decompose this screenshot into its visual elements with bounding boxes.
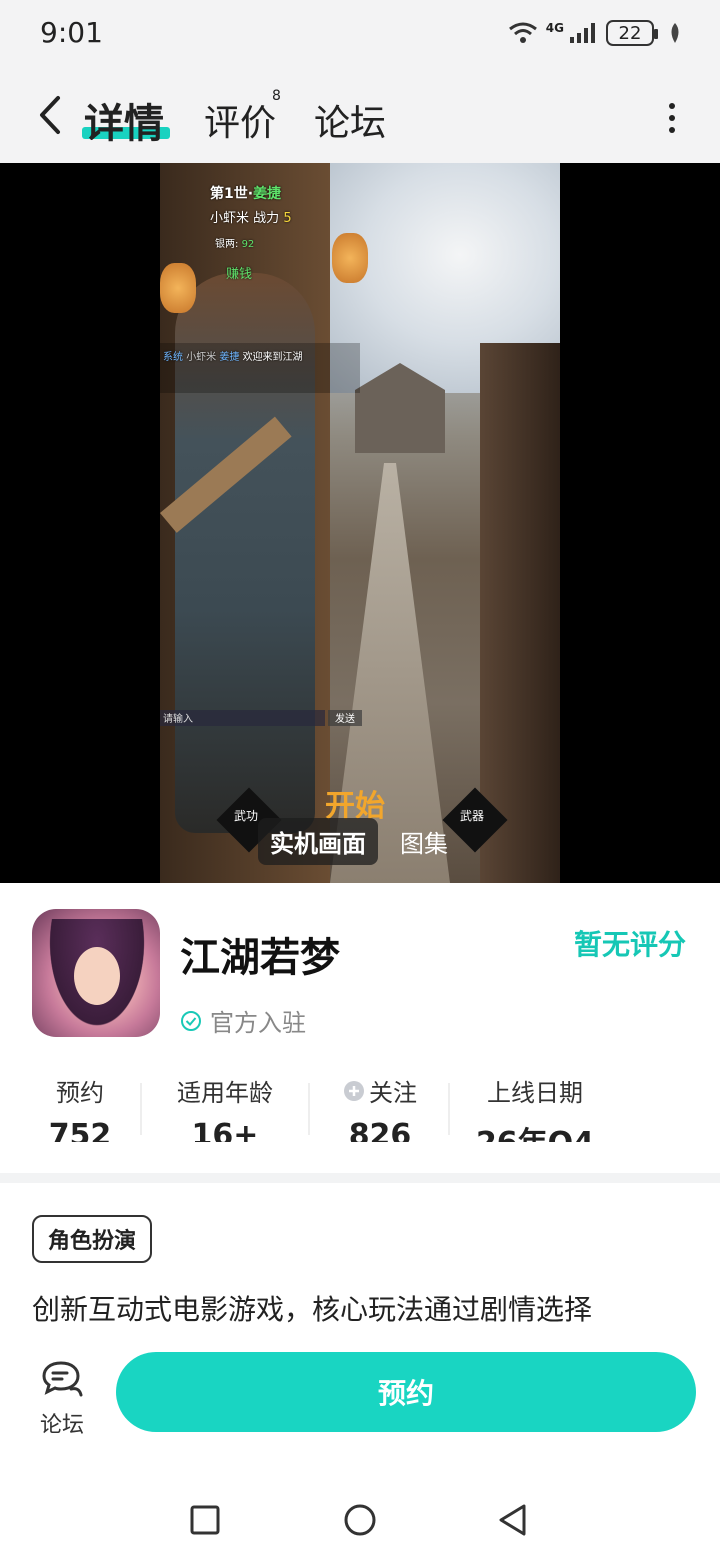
stat-label: 预约 [56,1079,104,1107]
overlay-life-name: 姜捷 [253,186,282,202]
overlay-silver-label: 银两: [215,239,239,250]
description-text: 创新互动式电影游戏，核心玩法通过剧情选择 [32,1293,593,1326]
back-icon[interactable] [30,92,70,138]
status-bar: 9:01 4G 22 [0,0,720,70]
overlay-power-label: 战力 [253,211,280,226]
battery-level: 22 [618,22,642,44]
chat-sender-name: 姜捷 [219,352,240,363]
section-divider [0,1173,720,1183]
chat-sender-system: 系统 [163,352,183,363]
overlay-silver-value: 92 [241,239,255,250]
media-viewer[interactable]: 第1世·姜捷 小虾米 战力 5 银两: 92 赚钱 系统 小虾米 姜捷 欢迎来到… [0,163,720,883]
app-title: 江湖若梦 [180,935,340,981]
overlay-input-bar: 请输入 [160,710,325,726]
network-label: 4G [545,21,564,35]
forum-button[interactable]: 论坛 [30,1359,94,1439]
stat-divider [448,1083,450,1135]
top-nav: 详情 评价 8 论坛 [0,70,720,163]
description-section: 角色扮演 创新互动式电影游戏，核心玩法通过剧情选择 [0,1183,720,1343]
overlay-life: 第1世·姜捷 [210,183,281,203]
official-badge: 官方入驻 [180,1003,306,1038]
bottom-action-bar: 论坛 预约 [0,1343,720,1453]
overlay-player-name: 小虾米 [210,211,250,226]
battery-icon: 22 [606,20,658,46]
chat-sender-player: 小虾米 [186,352,217,363]
system-navigation-bar [0,1475,720,1560]
lantern-icon [332,233,368,283]
stat-label-row: 关注 [330,1073,430,1108]
status-icons: 4G 22 [508,20,682,46]
tab-reviews[interactable]: 评价 [204,94,276,146]
stat-value: 752 [48,1118,112,1142]
chat-message: 欢迎来到江湖 [242,352,303,363]
overlay-earn-button: 赚钱 [226,267,253,282]
stat-reservations: 预约 752 [40,1073,120,1142]
stat-value: 26年Q4 [470,1118,600,1142]
overlay-chat-line: 系统 小虾米 姜捷 欢迎来到江湖 [163,348,303,363]
media-tab-gallery[interactable]: 图集 [388,818,460,865]
add-follow-icon [344,1080,364,1101]
genre-tag[interactable]: 角色扮演 [32,1215,153,1263]
overlay-power-value: 5 [283,211,292,226]
stat-age-rating: 适用年龄 16+ [160,1073,290,1142]
forum-chat-icon [42,1361,83,1397]
screenshot-buildings-right [480,343,560,883]
tab-forum[interactable]: 论坛 [314,94,386,146]
stat-divider [140,1083,142,1135]
stat-value: 16+ [191,1118,259,1142]
overlay-player: 小虾米 战力 5 [210,207,292,226]
overlay-send-button: 发送 [328,710,362,726]
app-icon [32,909,160,1037]
overlay-weapon-label: 武器 [460,809,485,823]
verified-icon [181,1010,201,1031]
home-icon[interactable] [343,1503,377,1537]
stat-label: 关注 [369,1079,417,1107]
stat-label: 上线日期 [487,1079,583,1107]
overlay-life-label: 第1世· [210,186,254,202]
stat-release-date: 上线日期 26年Q4 [470,1073,600,1142]
status-time: 9:01 [40,16,103,49]
recent-apps-icon[interactable] [188,1503,222,1537]
stat-label: 适用年龄 [177,1079,273,1107]
app-info-section: 江湖若梦 暂无评分 官方入驻 预约 752 适用年龄 16+ 关注 826 上线… [0,883,720,1173]
official-label: 官方入驻 [210,1009,306,1037]
more-options-icon[interactable] [660,98,684,138]
app-icon-face [74,947,120,1005]
stat-divider [308,1083,310,1135]
stat-value: 826 [348,1118,412,1142]
signal-icon [570,23,595,43]
leaf-icon [671,23,679,43]
overlay-skill-label: 武功 [234,809,259,823]
media-tab-gameplay[interactable]: 实机画面 [258,818,378,865]
gameplay-screenshot: 第1世·姜捷 小虾米 战力 5 银两: 92 赚钱 系统 小虾米 姜捷 欢迎来到… [160,163,560,883]
back-nav-icon[interactable] [496,1503,530,1537]
overlay-silver: 银两: 92 [215,235,254,250]
reviews-count-badge: 8 [272,88,281,104]
lantern-icon [160,263,196,313]
stat-followers[interactable]: 关注 826 [330,1073,430,1142]
overlay-chat-box: 系统 小虾米 姜捷 欢迎来到江湖 [160,343,360,393]
forum-label: 论坛 [39,1413,84,1438]
tab-details[interactable]: 详情 [84,91,164,149]
reserve-button[interactable]: 预约 [116,1352,696,1432]
app-rating: 暂无评分 [573,928,686,961]
wifi-icon [508,22,537,43]
